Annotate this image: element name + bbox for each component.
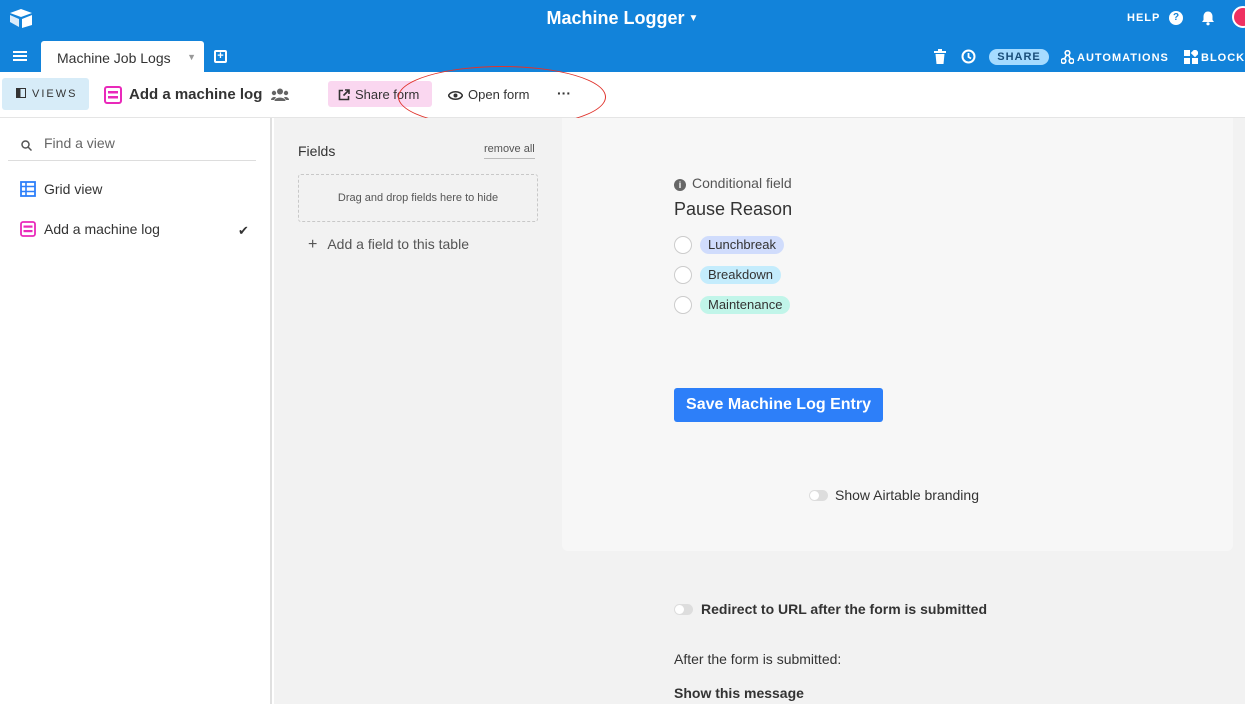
current-view-name[interactable]: Add a machine log (129, 86, 262, 103)
sidebar-item-label: Add a machine log (44, 221, 160, 237)
sidebar-item-label: Grid view (44, 181, 103, 197)
automations-button[interactable]: AUTOMATIONS (1060, 49, 1169, 65)
selected-check-icon: ✔ (238, 223, 249, 238)
share-button[interactable]: SHARE (989, 49, 1049, 65)
external-link-icon (338, 89, 350, 101)
automations-label: AUTOMATIONS (1077, 52, 1169, 64)
views-toggle-button[interactable]: VIEWS (2, 78, 89, 110)
sidebar-toggle-icon (16, 88, 26, 98)
option-pill: Maintenance (700, 296, 791, 314)
grid-view-icon (20, 181, 36, 197)
option-pill: Breakdown (700, 266, 782, 284)
remove-all-link[interactable]: remove all (484, 143, 535, 159)
app-title[interactable]: Machine Logger ▼ (0, 8, 1245, 29)
collaborators-icon[interactable] (271, 88, 289, 101)
field-title[interactable]: Pause Reason (674, 199, 792, 220)
conditional-field-text: Conditional field (692, 175, 792, 191)
branding-label: Show Airtable branding (835, 487, 979, 503)
eye-icon (447, 90, 464, 101)
bell-icon[interactable] (1200, 10, 1216, 26)
views-sidebar (0, 118, 272, 704)
conditional-field-label: i Conditional field (674, 175, 792, 191)
radio-button[interactable] (674, 236, 692, 254)
share-form-button[interactable]: Share form (328, 81, 432, 107)
fields-title: Fields (298, 143, 336, 159)
after-submit-label: After the form is submitted: (674, 651, 842, 667)
caret-down-icon: ▼ (688, 13, 699, 24)
add-field-button[interactable]: + Add a field to this table (308, 236, 469, 254)
blocks-label: BLOCKS (1201, 52, 1245, 64)
tab-label: Machine Job Logs (57, 50, 171, 66)
more-options-icon[interactable]: ··· (557, 85, 571, 101)
option-lunchbreak[interactable]: Lunchbreak (674, 235, 834, 255)
redirect-toggle[interactable] (674, 604, 693, 615)
caret-down-icon[interactable]: ▼ (187, 52, 196, 62)
branding-toggle[interactable] (809, 490, 828, 501)
redirect-label: Redirect to URL after the form is submit… (701, 601, 988, 617)
sidebar-item-grid-view[interactable]: Grid view (18, 180, 218, 200)
open-form-label: Open form (468, 87, 530, 102)
history-icon[interactable] (961, 49, 976, 64)
show-message-label: Show this message (674, 685, 804, 701)
blocks-button[interactable]: BLOCKS (1184, 48, 1245, 64)
search-icon (21, 140, 32, 151)
option-breakdown[interactable]: Breakdown (674, 265, 834, 285)
add-field-label: Add a field to this table (327, 236, 469, 252)
radio-button[interactable] (674, 266, 692, 284)
blocks-icon (1184, 48, 1200, 64)
find-view-input[interactable] (44, 135, 244, 151)
sidebar-item-add-a-machine-log[interactable]: Add a machine log (18, 220, 218, 240)
help-link[interactable]: HELP (1127, 12, 1160, 24)
automations-icon (1060, 49, 1075, 65)
open-form-button[interactable]: Open form (447, 87, 530, 102)
option-pill: Lunchbreak (700, 236, 784, 254)
hidden-fields-drop-zone[interactable]: Drag and drop fields here to hide (298, 174, 538, 222)
views-label: VIEWS (32, 88, 78, 100)
radio-button[interactable] (674, 296, 692, 314)
menu-icon[interactable] (13, 50, 27, 62)
submit-button[interactable]: Save Machine Log Entry (674, 388, 883, 422)
plus-icon: + (308, 236, 318, 253)
trash-icon[interactable] (934, 49, 946, 64)
form-view-icon (104, 86, 122, 104)
find-view-search[interactable] (8, 131, 256, 161)
help-icon[interactable]: ? (1169, 11, 1183, 25)
tab-machine-job-logs[interactable]: Machine Job Logs ▼ (41, 41, 204, 72)
form-view-icon (20, 221, 36, 237)
app-title-text: Machine Logger (546, 8, 685, 28)
info-icon: i (674, 179, 686, 191)
share-form-label: Share form (355, 87, 420, 102)
option-maintenance[interactable]: Maintenance (674, 295, 834, 315)
add-table-icon[interactable]: + (214, 50, 227, 63)
